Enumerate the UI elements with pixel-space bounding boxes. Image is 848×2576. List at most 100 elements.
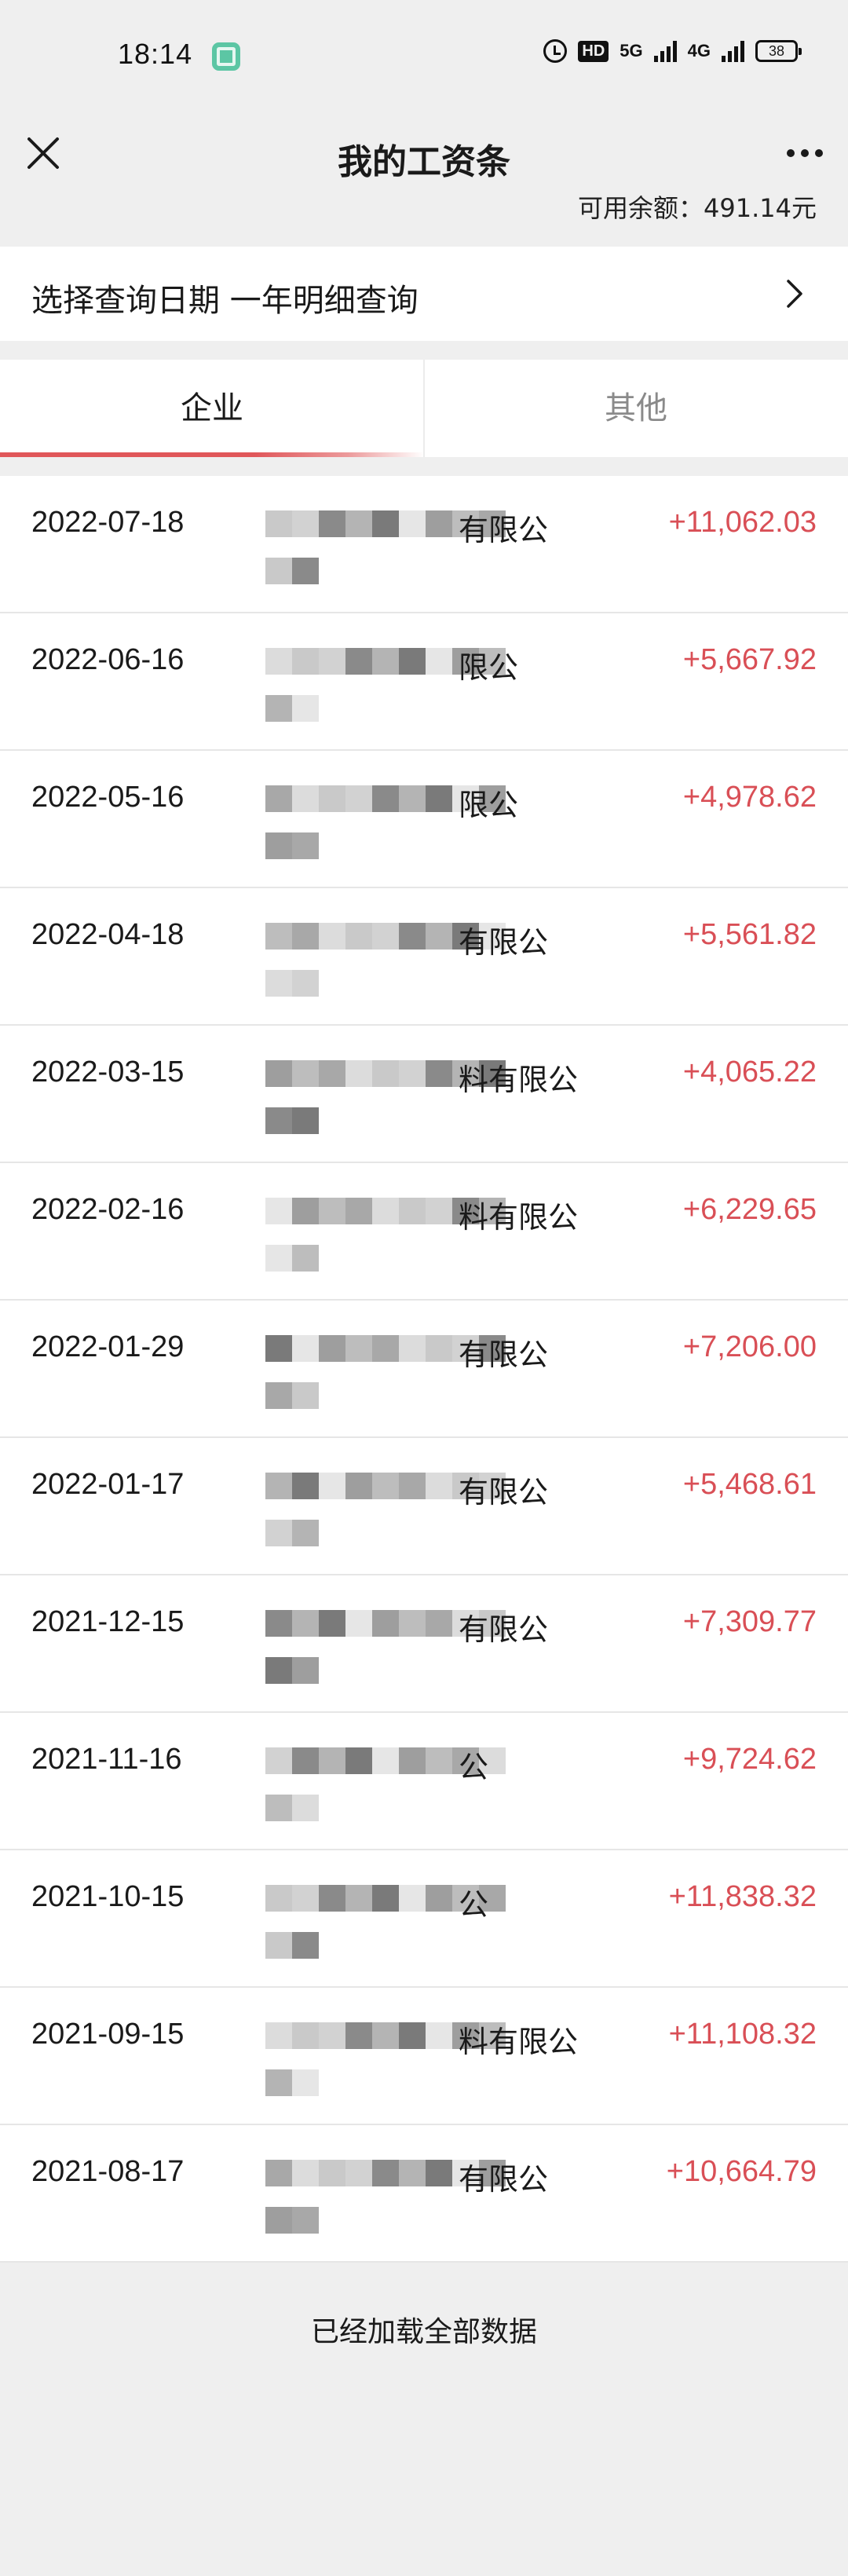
- mosaic-block: [265, 1747, 292, 1774]
- row-date: 2022-05-16: [31, 781, 185, 814]
- row-date: 2022-04-18: [31, 918, 185, 951]
- tab-other[interactable]: 其他: [424, 360, 848, 457]
- mosaic-block: [345, 1885, 372, 1912]
- mosaic-block: [265, 2022, 292, 2049]
- load-complete-text: 已经加载全部数据: [310, 2316, 537, 2348]
- tab-enterprise[interactable]: 企业: [0, 360, 424, 457]
- mosaic-block: [372, 1198, 399, 1224]
- network-4g-label: 4G: [687, 41, 711, 60]
- salary-row[interactable]: 2021-12-15 有限公 +7,309.77: [0, 1575, 848, 1713]
- status-time: 18:14: [118, 38, 193, 70]
- mosaic-block: [372, 1335, 399, 1362]
- mosaic-block: [426, 1060, 452, 1087]
- mosaic-block: [265, 923, 292, 950]
- company-name-visible: 料有限公: [459, 1200, 579, 1235]
- mosaic-block: [319, 1060, 345, 1087]
- row-amount: +9,724.62: [682, 1743, 817, 1776]
- mosaic-block: [265, 2207, 292, 2234]
- row-date: 2021-12-15: [31, 1605, 185, 1638]
- mosaic-block: [292, 510, 319, 537]
- mosaic-block: [372, 648, 399, 675]
- salary-row[interactable]: 2022-05-16 限公 +4,978.62: [0, 751, 848, 888]
- mosaic-block: [292, 1610, 319, 1637]
- mosaic-block: [265, 1932, 292, 1959]
- salary-row[interactable]: 2021-10-15 公 +11,838.32: [0, 1850, 848, 1988]
- date-selector[interactable]: 选择查询日期 一年明细查询: [0, 247, 848, 341]
- mosaic-block: [292, 1107, 319, 1134]
- row-date: 2022-07-18: [31, 506, 185, 539]
- chevron-right-icon: [787, 280, 802, 308]
- tab-label: 企业: [181, 390, 243, 426]
- mosaic-block: [426, 1335, 452, 1362]
- row-amount: +4,978.62: [682, 781, 817, 814]
- mosaic-block: [345, 923, 372, 950]
- row-date: 2021-10-15: [31, 1880, 185, 1913]
- mosaic-block: [292, 832, 319, 859]
- mosaic-block: [292, 1795, 319, 1821]
- mosaic-block: [265, 970, 292, 997]
- mosaic-block: [399, 1198, 426, 1224]
- company-name-visible: 公: [459, 1887, 489, 1922]
- mosaic-block: [426, 2022, 452, 2049]
- salary-row[interactable]: 2022-04-18 有限公 +5,561.82: [0, 888, 848, 1026]
- mosaic-block: [265, 1198, 292, 1224]
- company-name-pixelated: 有限公: [265, 1591, 557, 1685]
- mosaic-block: [399, 785, 426, 812]
- company-name-pixelated: 有限公: [265, 2141, 557, 2235]
- mosaic-block: [345, 2160, 372, 2186]
- mosaic-block: [319, 648, 345, 675]
- mosaic-block: [292, 1335, 319, 1362]
- mosaic-block: [265, 1245, 292, 1272]
- mosaic-block: [292, 2160, 319, 2186]
- mosaic-block: [265, 695, 292, 722]
- salary-row[interactable]: 2022-07-18 有限公 +11,062.03: [0, 476, 848, 613]
- salary-row[interactable]: 2022-01-29 有限公 +7,206.00: [0, 1301, 848, 1438]
- salary-row[interactable]: 2022-01-17 有限公 +5,468.61: [0, 1438, 848, 1575]
- mosaic-block: [292, 1657, 319, 1684]
- company-name-pixelated: 有限公: [265, 1316, 557, 1411]
- more-button[interactable]: [779, 127, 831, 179]
- mosaic-block: [265, 785, 292, 812]
- mosaic-block: [345, 2022, 372, 2049]
- salary-row[interactable]: 2021-08-17 有限公 +10,664.79: [0, 2125, 848, 2263]
- hd-icon: HD: [578, 40, 609, 62]
- mosaic-block: [292, 695, 319, 722]
- mosaic-block: [426, 1610, 452, 1637]
- mosaic-block: [345, 510, 372, 537]
- mosaic-block: [265, 1382, 292, 1409]
- mosaic-block: [292, 558, 319, 584]
- mosaic-block: [399, 648, 426, 675]
- salary-row[interactable]: 2022-03-15 料有限公 +4,065.22: [0, 1026, 848, 1163]
- mosaic-block: [372, 2160, 399, 2186]
- tab-label: 其他: [605, 390, 667, 426]
- row-amount: +6,229.65: [682, 1193, 817, 1226]
- company-name-visible: 有限公: [459, 925, 549, 960]
- row-amount: +7,206.00: [682, 1330, 817, 1363]
- page-title: 我的工资条: [338, 142, 510, 182]
- mosaic-block: [372, 785, 399, 812]
- mosaic-block: [426, 1198, 452, 1224]
- mosaic-block: [292, 2022, 319, 2049]
- mosaic-block: [426, 1473, 452, 1499]
- salary-row[interactable]: 2022-02-16 料有限公 +6,229.65: [0, 1163, 848, 1301]
- company-name-pixelated: 料有限公: [265, 2003, 578, 2098]
- more-dot: [815, 149, 823, 157]
- mosaic-block: [292, 2207, 319, 2234]
- status-icons: HD 5G 4G 38: [543, 39, 802, 63]
- mosaic-block: [372, 923, 399, 950]
- mosaic-block: [319, 1198, 345, 1224]
- mosaic-block: [345, 1610, 372, 1637]
- mosaic-block: [426, 785, 452, 812]
- mosaic-block: [292, 1198, 319, 1224]
- row-amount: +11,062.03: [668, 506, 817, 539]
- mosaic-block: [265, 1657, 292, 1684]
- salary-row[interactable]: 2022-06-16 限公 +5,667.92: [0, 613, 848, 751]
- mosaic-block: [319, 1885, 345, 1912]
- mosaic-block: [426, 923, 452, 950]
- mosaic-block: [372, 1060, 399, 1087]
- company-name-visible: 限公: [459, 650, 519, 685]
- salary-row[interactable]: 2021-11-16 公 +9,724.62: [0, 1713, 848, 1850]
- salary-row[interactable]: 2021-09-15 料有限公 +11,108.32: [0, 1988, 848, 2125]
- mosaic-block: [426, 1747, 452, 1774]
- mosaic-block: [399, 1885, 426, 1912]
